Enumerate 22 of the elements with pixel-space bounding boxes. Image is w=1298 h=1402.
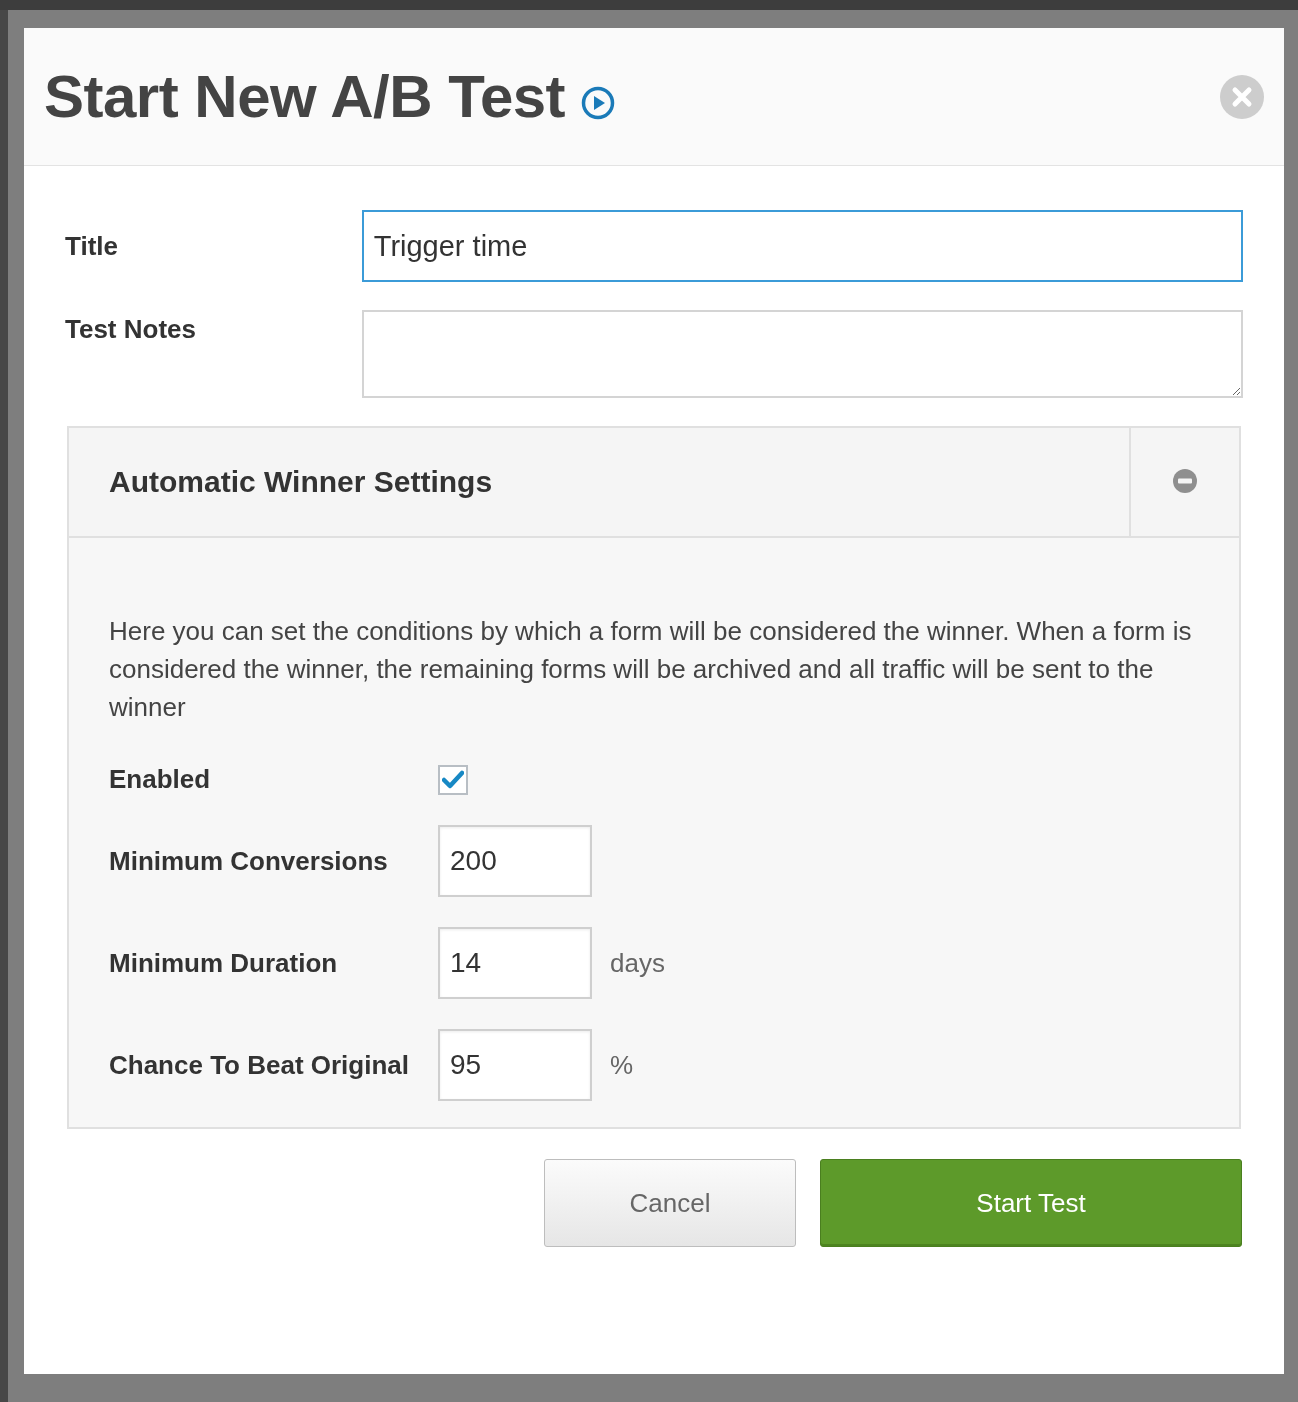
dialog-title: Start New A/B Test [44,62,566,131]
notes-field[interactable] [361,310,1243,398]
close-icon[interactable] [1220,74,1264,119]
setting-label: Enabled [109,764,212,795]
title-field[interactable]: Trigger time [361,210,1243,282]
number-field[interactable]: 95 [438,1029,592,1101]
checkbox[interactable] [438,764,468,795]
unit-label: % [610,1049,634,1081]
field-label: Title [65,230,119,262]
number-field[interactable]: 200 [438,825,592,897]
setting-label: Chance To Beat Original [109,1049,410,1081]
panel-title: Automatic Winner Settings [109,465,493,499]
unit-label: days [610,947,665,979]
play-icon[interactable] [581,85,616,120]
check-icon [442,769,464,790]
setting-label: Minimum Duration [109,947,339,979]
collapse-icon[interactable] [1172,468,1198,494]
cancel-button[interactable]: Cancel [544,1159,796,1247]
number-field[interactable]: 14 [438,927,592,999]
setting-label: Minimum Conversions [109,845,389,877]
description-text: Here you can set the conditions by which a form will be considered the winner. When a form is considered the winner, the remaining forms will be archived and all traffic will be sent to the winner [109,615,1193,724]
field-label: Test Notes [65,313,197,346]
